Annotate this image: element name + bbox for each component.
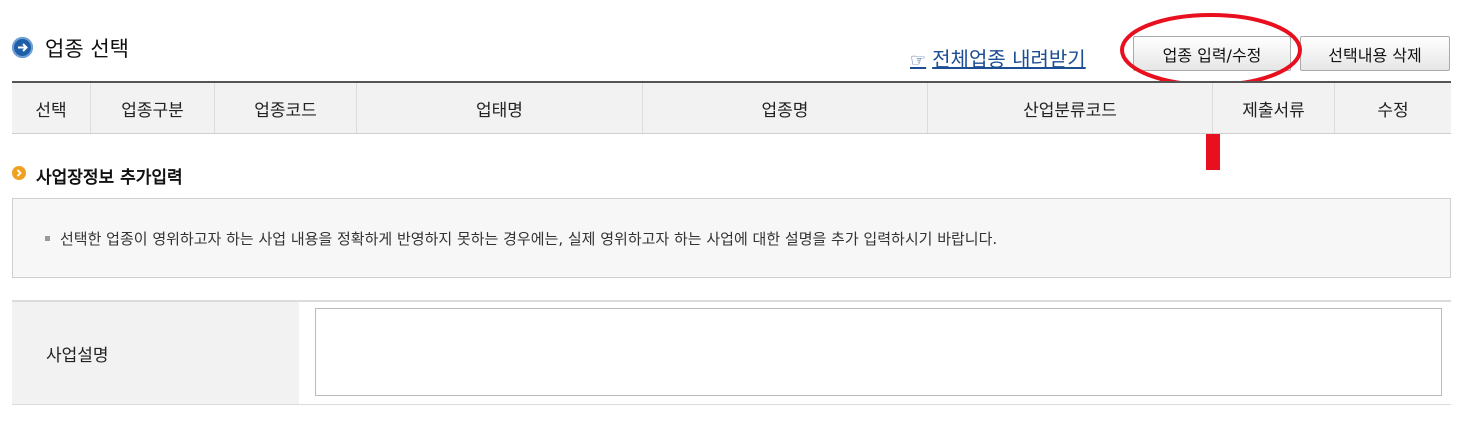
col-type-code: 업종코드	[214, 82, 357, 134]
col-industry-code: 산업분류코드	[927, 82, 1213, 134]
business-type-table: 선택 업종구분 업종코드 업태명 업종명 산업분류코드 제출서류 수정	[12, 81, 1451, 134]
business-description-label-cell: 사업설명	[12, 302, 299, 404]
section-title: 업종 선택	[45, 37, 129, 61]
col-type-category: 업종구분	[90, 82, 215, 134]
col-edit: 수정	[1334, 82, 1451, 134]
col-documents: 제출서류	[1212, 82, 1335, 134]
chevron-right-circle-icon	[12, 166, 26, 180]
notice-text: 선택한 업종이 영위하고자 하는 사업 내용을 정확하게 반영하지 못하는 경우…	[60, 229, 998, 248]
business-description-input[interactable]	[315, 308, 1442, 396]
subsection-title: 사업장정보 추가입력	[36, 168, 183, 188]
business-description-row: 사업설명	[12, 300, 1451, 405]
col-business-form: 업태명	[356, 82, 643, 134]
table-header-row: 선택 업종구분 업종코드 업태명 업종명 산업분류코드 제출서류 수정	[12, 82, 1451, 134]
download-all-label: 전체업종 내려받기	[932, 47, 1086, 71]
col-business-name: 업종명	[642, 82, 928, 134]
business-description-label: 사업설명	[46, 345, 109, 366]
pointing-hand-icon: ☞	[910, 50, 927, 71]
arrow-right-circle-icon	[12, 37, 33, 58]
download-all-link[interactable]: ☞ 전체업종 내려받기	[910, 43, 1086, 72]
col-select: 선택	[12, 82, 91, 134]
edit-business-type-button[interactable]: 업종 입력/수정	[1133, 36, 1291, 71]
notice-box: 선택한 업종이 영위하고자 하는 사업 내용을 정확하게 반영하지 못하는 경우…	[12, 198, 1451, 278]
delete-selected-button[interactable]: 선택내용 삭제	[1300, 36, 1450, 71]
bullet-icon	[45, 235, 50, 241]
